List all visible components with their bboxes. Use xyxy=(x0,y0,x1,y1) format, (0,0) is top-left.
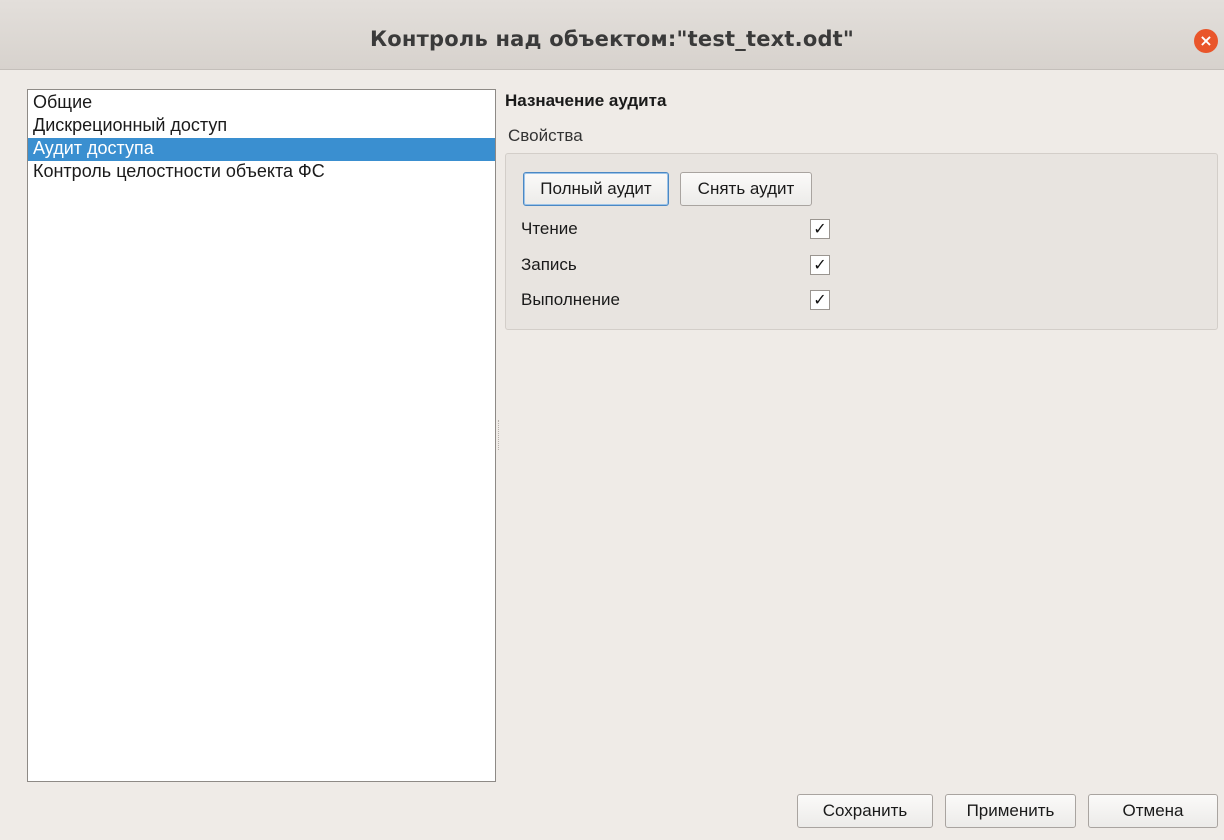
category-list[interactable]: Общие Дискреционный доступ Аудит доступа… xyxy=(27,89,496,782)
cancel-button[interactable]: Отмена xyxy=(1088,794,1218,828)
nav-item-access-audit[interactable]: Аудит доступа xyxy=(28,138,495,161)
splitter-handle[interactable] xyxy=(498,420,501,450)
execute-checkbox[interactable]: ✓ xyxy=(810,290,830,310)
read-label: Чтение xyxy=(521,219,578,238)
nav-item-integrity-control[interactable]: Контроль целостности объекта ФС xyxy=(28,161,495,184)
dialog-window: Контроль над объектом:"test_text.odt" × … xyxy=(0,0,1224,840)
read-checkbox[interactable]: ✓ xyxy=(810,219,830,239)
remove-audit-button[interactable]: Снять аудит xyxy=(680,172,812,206)
section-title: Назначение аудита xyxy=(505,91,667,110)
full-audit-button[interactable]: Полный аудит xyxy=(523,172,669,206)
title-bar: Контроль над объектом:"test_text.odt" × xyxy=(0,0,1224,70)
nav-item-general[interactable]: Общие xyxy=(28,92,495,115)
nav-item-discretionary-access[interactable]: Дискреционный доступ xyxy=(28,115,495,138)
properties-group-label: Свойства xyxy=(508,126,583,145)
apply-button[interactable]: Применить xyxy=(945,794,1076,828)
write-label: Запись xyxy=(521,255,577,274)
write-checkbox[interactable]: ✓ xyxy=(810,255,830,275)
window-title: Контроль над объектом:"test_text.odt" xyxy=(369,27,855,51)
execute-label: Выполнение xyxy=(521,290,620,309)
save-button[interactable]: Сохранить xyxy=(797,794,933,828)
close-icon[interactable]: × xyxy=(1194,29,1218,53)
